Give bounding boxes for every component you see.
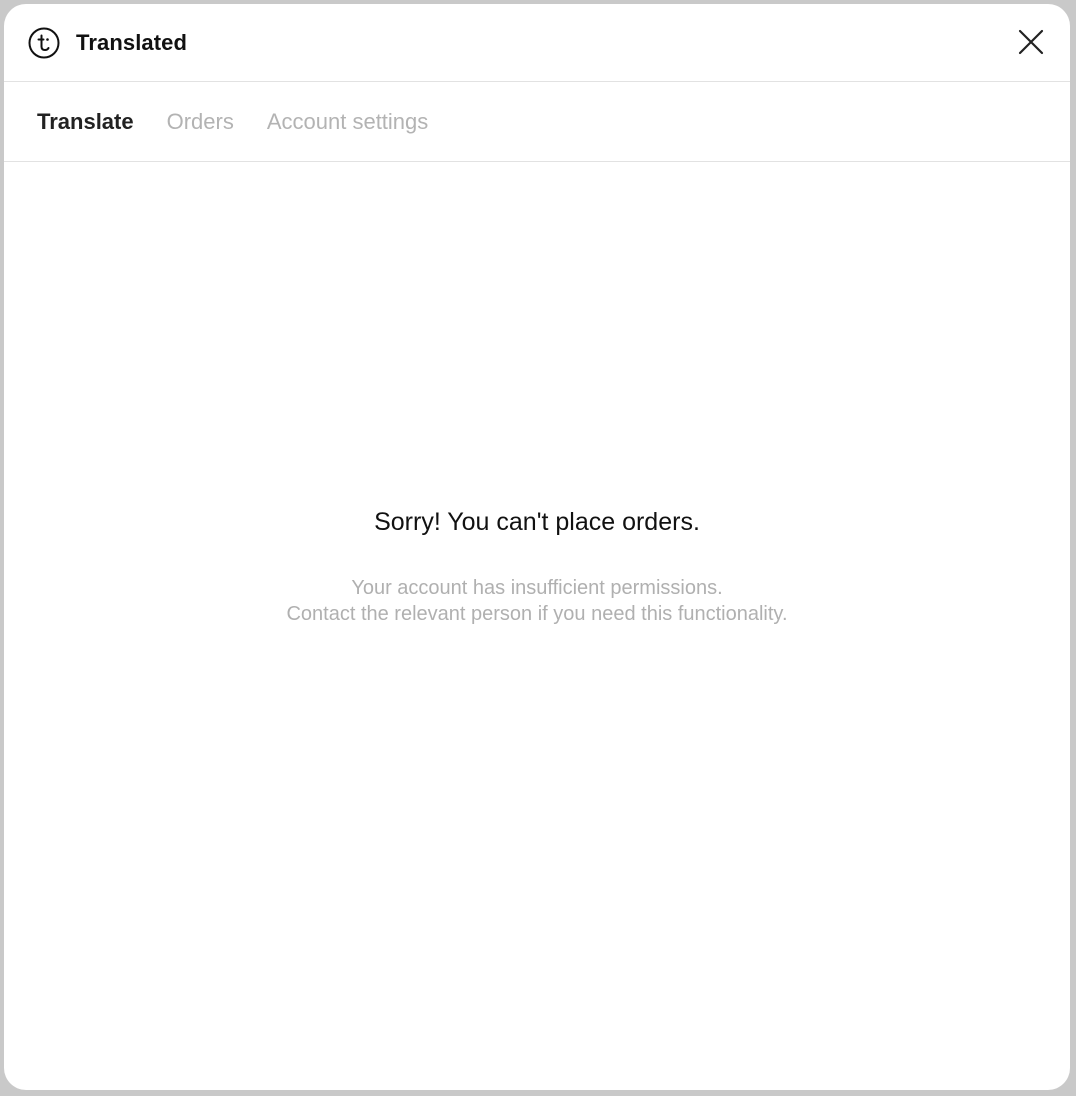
app-window: Translated Translate Orders Account sett… <box>4 4 1070 1090</box>
close-icon <box>1018 29 1044 55</box>
tab-translate[interactable]: Translate <box>37 103 134 141</box>
close-button[interactable] <box>1016 27 1046 57</box>
tab-bar: Translate Orders Account settings <box>4 82 1070 162</box>
app-title: Translated <box>76 29 188 55</box>
message-line-2: Contact the relevant person if you need … <box>286 603 788 625</box>
permission-message: Sorry! You can't place orders. Your acco… <box>4 508 1070 627</box>
message-line-1: Your account has insufficient permission… <box>351 577 723 599</box>
translated-logo-icon <box>28 27 60 59</box>
main-content: Sorry! You can't place orders. Your acco… <box>4 164 1070 1090</box>
tab-account-settings[interactable]: Account settings <box>267 103 428 141</box>
window-header: Translated <box>4 4 1070 82</box>
tab-orders[interactable]: Orders <box>167 103 234 141</box>
message-title: Sorry! You can't place orders. <box>374 508 700 536</box>
